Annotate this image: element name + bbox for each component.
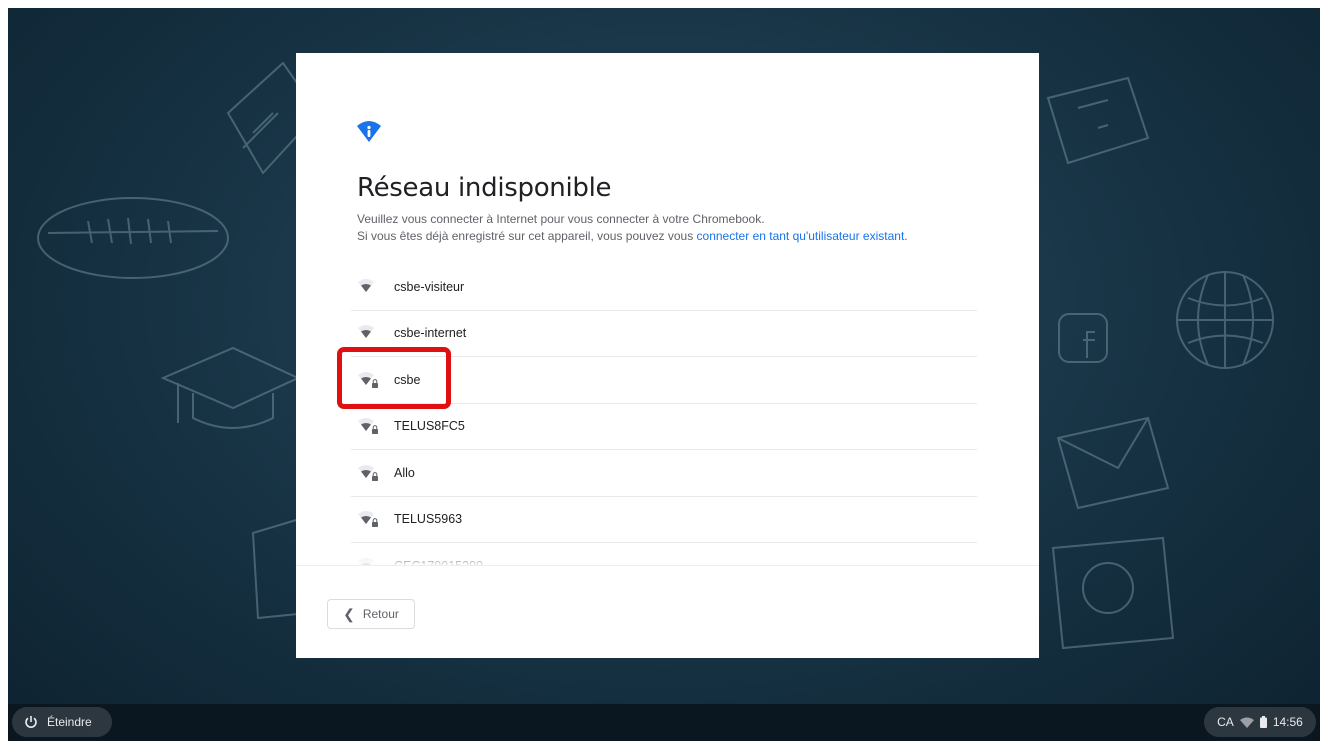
network-item[interactable]: csbe (351, 357, 977, 404)
camera-doodle (1051, 536, 1175, 650)
network-name: csbe (394, 372, 421, 387)
subtitle-line-2: Si vous êtes déjà enregistré sur cet app… (357, 229, 908, 243)
chevron-left-icon: ❮ (343, 605, 355, 622)
network-name: csbe-internet (394, 326, 467, 341)
network-name: TELUS5963 (394, 512, 463, 527)
network-name: csbe-visiteur (394, 279, 465, 294)
power-icon (25, 716, 37, 728)
wifi-secure-icon (358, 418, 378, 435)
envelope-doodle (1056, 416, 1170, 510)
laptop-doodle (1046, 76, 1150, 165)
network-item[interactable]: TELUS8FC5 (351, 404, 977, 450)
status-tray[interactable]: CA 14:56 (1204, 707, 1316, 737)
keyboard-locale: CA (1217, 715, 1234, 729)
network-dialog: Réseau indisponible Veuillez vous connec… (296, 53, 1039, 658)
network-name: TELUS8FC5 (394, 419, 465, 434)
globe-doodle (1176, 271, 1274, 369)
network-list: csbe-visiteur csbe-internet csbe TELUS8FC5 A… (351, 264, 977, 565)
back-button[interactable]: ❮ Retour (327, 599, 415, 629)
shelf: Éteindre CA 14:56 (8, 704, 1320, 741)
login-screen: Réseau indisponible Veuillez vous connec… (8, 8, 1320, 741)
wifi-secure-icon (358, 464, 378, 481)
network-item[interactable]: Allo (351, 450, 977, 497)
wifi-icon (1239, 717, 1254, 728)
clock: 14:56 (1272, 715, 1303, 729)
subtitle-line-1: Veuillez vous connecter à Internet pour … (357, 212, 765, 226)
wifi-icon (358, 278, 374, 292)
wifi-secure-icon (358, 371, 378, 388)
facebook-doodle (1058, 313, 1108, 363)
wifi-info-icon (357, 121, 381, 142)
wifi-icon (358, 325, 374, 339)
battery-icon (1259, 716, 1267, 728)
dialog-content: Réseau indisponible Veuillez vous connec… (296, 53, 1039, 565)
network-name: Allo (394, 465, 415, 480)
dialog-footer: ❮ Retour (296, 565, 1039, 658)
network-item[interactable]: TELUS5963 (351, 497, 977, 543)
page-title: Réseau indisponible (357, 173, 612, 203)
network-item[interactable]: csbe-internet (351, 311, 977, 357)
graduation-cap-doodle (160, 346, 301, 429)
shutdown-label: Éteindre (47, 715, 92, 729)
subtitle: Veuillez vous connecter à Internet pour … (357, 211, 997, 245)
back-label: Retour (362, 607, 399, 621)
wifi-secure-icon (358, 511, 378, 528)
existing-user-link[interactable]: connecter en tant qu'utilisateur existan… (697, 229, 905, 243)
network-item[interactable]: csbe-visiteur (351, 264, 977, 311)
shutdown-button[interactable]: Éteindre (12, 707, 112, 737)
football-doodle (37, 197, 229, 279)
